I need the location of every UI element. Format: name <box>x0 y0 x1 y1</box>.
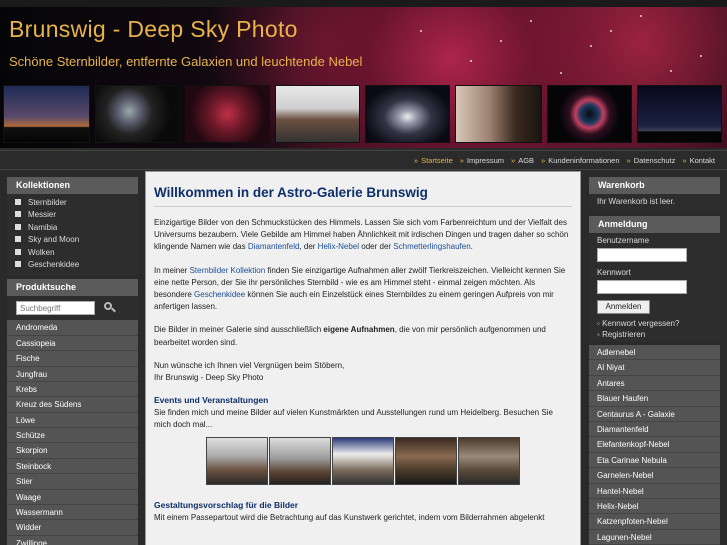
collection-paragraph: In meiner Sternbilder Kollektion finden … <box>154 265 566 312</box>
top-strip <box>0 0 727 7</box>
constellation-item[interactable]: Stier <box>7 474 138 490</box>
constellation-item[interactable]: Löwe <box>7 412 138 429</box>
nav-datenschutz[interactable]: » Datenschutz <box>627 156 676 165</box>
nebula-item[interactable]: Helix-Nebel <box>589 498 720 515</box>
constellation-item[interactable]: Schütze <box>7 428 138 444</box>
site-title[interactable]: Brunswig - Deep Sky Photo <box>9 16 298 43</box>
nebula-item[interactable]: Hantel-Nebel <box>589 483 720 499</box>
constellation-item[interactable]: Fische <box>7 351 138 367</box>
cart-title: Warenkorb <box>589 177 720 194</box>
nebula-item[interactable]: Lagunen-Nebel <box>589 529 720 545</box>
nebula-item[interactable]: Antares <box>589 375 720 392</box>
nebula-item[interactable]: Garnelen-Nebel <box>589 468 720 484</box>
link-schmetterlingshaufen[interactable]: Schmetterlingshaufen <box>393 242 470 251</box>
nav-kundeninformationen[interactable]: » Kundeninformationen <box>541 156 619 165</box>
password-label: Kennwort <box>597 268 631 277</box>
product-search <box>7 296 138 321</box>
collection-item[interactable]: Namibia <box>15 222 138 234</box>
nav-kontakt[interactable]: » Kontakt <box>682 156 715 165</box>
header-photo-galaxy <box>365 85 450 143</box>
event-photo[interactable] <box>332 436 394 485</box>
left-sidebar: Kollektionen Sternbilder Messier Namibia… <box>7 177 138 545</box>
header-photo-telescope <box>95 85 180 143</box>
nebula-list: Adlernebel Al Niyat Antares Blauer Haufe… <box>589 345 720 545</box>
username-field[interactable] <box>597 248 687 262</box>
greeting-paragraph: Nun wünsche ich Ihnen viel Vergnügen bei… <box>154 360 345 383</box>
collection-item[interactable]: Messier <box>15 209 138 221</box>
nebula-item[interactable]: Diamantenfeld <box>589 421 720 438</box>
constellation-item[interactable]: Wassermann <box>7 505 138 521</box>
nebula-item[interactable]: Adlernebel <box>589 345 720 361</box>
header-photo-nebula-red <box>185 85 270 143</box>
nebula-item[interactable]: Eta Carinae Nebula <box>589 452 720 469</box>
header-photo-observatory <box>455 85 542 143</box>
top-navigation: » Startseite » Impressum » AGB » Kundeninfor… <box>0 150 727 170</box>
link-geschenkidee[interactable]: Geschenkidee <box>194 290 245 299</box>
header-photo-horizon <box>3 85 90 143</box>
nav-startseite[interactable]: » Startseite <box>414 156 453 165</box>
nebula-item[interactable]: Centaurus A - Galaxie <box>589 406 720 422</box>
collection-item[interactable]: Geschenkidee <box>15 259 138 271</box>
search-icon[interactable] <box>104 302 116 314</box>
constellation-item[interactable]: Andromeda <box>7 320 138 336</box>
right-sidebar: Warenkorb Ihr Warenkorb ist leer. Anmeld… <box>589 177 720 545</box>
main-content: Willkommen in der Astro-Galerie Brunswig… <box>145 171 581 545</box>
constellation-item[interactable]: Krebs <box>7 381 138 398</box>
constellation-item[interactable]: Cassiopeia <box>7 335 138 352</box>
intro-paragraph: Einzigartige Bilder von den Schmuckstück… <box>154 218 569 252</box>
events-gallery <box>154 436 572 485</box>
login-title: Anmeldung <box>589 216 720 233</box>
nav-agb[interactable]: » AGB <box>511 156 534 165</box>
link-diamantenfeld[interactable]: Diamantenfeld <box>248 242 300 251</box>
collections-list: Sternbilder Messier Namibia Sky and Moon… <box>7 194 138 276</box>
header-photo-helix <box>547 85 632 143</box>
event-photo[interactable] <box>206 436 268 485</box>
collection-item[interactable]: Sky and Moon <box>15 234 138 246</box>
collections-title: Kollektionen <box>7 177 138 194</box>
login-form: Benutzername Kennwort Anmelden ◦ Kennwor… <box>589 233 720 342</box>
header-photo-tent <box>275 85 360 143</box>
collection-item[interactable]: Wolken <box>15 247 138 259</box>
events-heading: Events und Veranstaltungen <box>154 395 269 406</box>
search-input[interactable] <box>16 301 95 316</box>
password-field[interactable] <box>597 280 687 294</box>
login-button[interactable]: Anmelden <box>597 300 650 314</box>
header-photo-night-sky <box>637 85 722 143</box>
nebula-item[interactable]: Blauer Haufen <box>589 391 720 407</box>
cart-status: Ihr Warenkorb ist leer. <box>589 194 720 211</box>
events-paragraph: Sie finden mich und meine Bilder auf vie… <box>154 408 553 430</box>
constellation-item[interactable]: Kreuz des Südens <box>7 397 138 413</box>
constellation-item[interactable]: Skorpion <box>7 443 138 459</box>
event-photo[interactable] <box>395 436 457 485</box>
header-banner: Brunswig - Deep Sky Photo Schöne Sternbi… <box>0 0 727 148</box>
page-title: Willkommen in der Astro-Galerie Brunswig <box>154 185 572 207</box>
nebula-item[interactable]: Al Niyat <box>589 360 720 376</box>
nebula-item[interactable]: Elefantenkopf-Nebel <box>589 437 720 453</box>
event-photo[interactable] <box>269 436 331 485</box>
register-link[interactable]: ◦ Registrieren <box>597 329 712 340</box>
constellation-item[interactable]: Waage <box>7 489 138 506</box>
link-helix-nebel[interactable]: Helix-Nebel <box>318 242 359 251</box>
constellation-item[interactable]: Widder <box>7 520 138 536</box>
constellation-item[interactable]: Steinbock <box>7 458 138 475</box>
collection-item[interactable]: Sternbilder <box>15 197 138 209</box>
constellation-list: Andromeda Cassiopeia Fische Jungfrau Kre… <box>7 320 138 545</box>
nav-impressum[interactable]: » Impressum <box>460 156 504 165</box>
forgot-password-link[interactable]: ◦ Kennwort vergessen? <box>597 318 712 329</box>
event-photo[interactable] <box>458 436 520 485</box>
nebula-item[interactable]: Katzenpfoten-Nebel <box>589 514 720 530</box>
link-sternbilder-kollektion[interactable]: Sternbilder Kollektion <box>190 266 266 275</box>
product-search-title: Produktsuche <box>7 279 138 297</box>
design-paragraph: Mit einem Passepartout wird die Betracht… <box>154 512 545 522</box>
own-images-paragraph: Die Bilder in meiner Galerie sind aussch… <box>154 325 546 347</box>
design-heading: Gestaltungsvorschlag für die Bilder <box>154 499 299 510</box>
constellation-item[interactable]: Jungfrau <box>7 366 138 382</box>
site-subtitle: Schöne Sternbilder, entfernte Galaxien u… <box>9 54 363 69</box>
username-label: Benutzername <box>597 236 650 245</box>
constellation-item[interactable]: Zwillinge <box>7 535 138 545</box>
